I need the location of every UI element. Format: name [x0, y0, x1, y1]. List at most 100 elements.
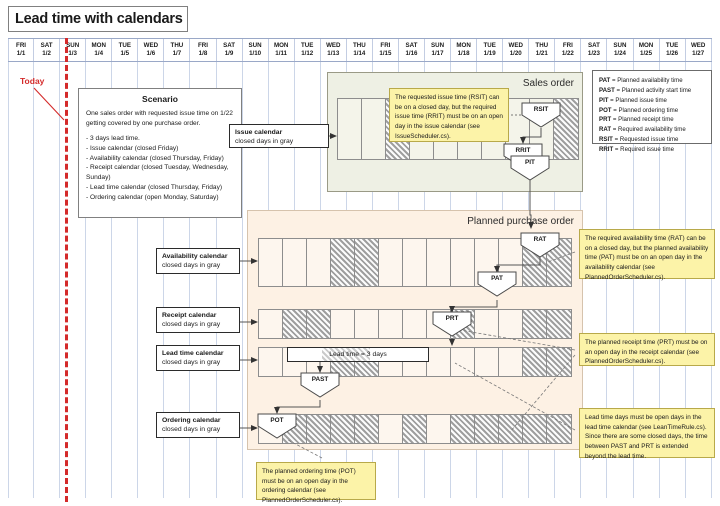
receipt-calendar-label: Receipt calendar closed days in gray: [156, 307, 240, 333]
calendar-cell-closed: [403, 415, 427, 443]
calendar-header-date: 1/1: [16, 50, 26, 57]
calendar-cell-open: [427, 415, 451, 443]
legend-desc: = Planned availability time: [610, 77, 683, 84]
leadtime-calendar-label-name: Lead time calendar: [162, 350, 224, 357]
calendar-header-cell: SUN 1/17: [425, 39, 452, 61]
calendar-header-date: 1/25: [640, 50, 653, 57]
calendar-header-cell: FRI 1/1: [8, 39, 35, 61]
calendar-header-dow: WED: [508, 41, 523, 49]
marker-rsit-label: RSIT: [533, 106, 549, 113]
calendar-cell-open: [338, 99, 362, 159]
calendar-header-date: 1/21: [535, 50, 548, 57]
availability-calendar-label: Availability calendar closed days in gra…: [156, 248, 240, 274]
scenario-bullet: - Availability calendar (closed Thursday…: [86, 154, 224, 162]
legend-row: POT = Planned ordering time: [599, 106, 705, 116]
calendar-cell-closed: [523, 415, 547, 443]
legend-desc: = Planned activity start time: [614, 86, 692, 94]
calendar-header-cell: TUE 1/12: [295, 39, 321, 61]
calendar-header-date: 1/2: [42, 50, 51, 57]
scenario-bullet: - Ordering calendar (open Monday, Saturd…: [86, 194, 219, 202]
marker-prt: PRT: [432, 311, 472, 337]
scenario-title: Scenario: [142, 94, 178, 104]
note-leadtime-calendar: Lead time days must be open days in the …: [579, 408, 715, 460]
calendar-header-dow: FRI: [197, 41, 208, 49]
calendar-cell-open: [283, 239, 307, 286]
calendar-cell-open: [475, 348, 499, 376]
calendar-header-cell: TUE 1/19: [477, 39, 504, 61]
calendar-cell-closed: [331, 415, 355, 443]
issue-calendar-label-name: Issue calendar: [235, 129, 283, 136]
ordering-calendar-label-sub: closed days in gray: [162, 426, 221, 434]
receipt-calendar-strip: [258, 309, 572, 339]
marker-rat: RAT: [520, 232, 560, 258]
calendar-header-dow: SAT: [587, 41, 600, 49]
calendar-header-cell: WED 1/13: [321, 39, 347, 61]
sales-order-panel-title: Sales order: [522, 78, 574, 89]
calendar-header-dow: SUN: [613, 41, 627, 49]
calendar-header-date: 1/22: [561, 50, 574, 57]
marker-prt-label: PRT: [445, 315, 459, 322]
marker-pit: PIT: [510, 155, 550, 181]
calendar-cell-closed: [499, 415, 523, 443]
calendar-cell-open: [427, 239, 451, 286]
legend-desc: = Required issue time: [613, 146, 675, 154]
calendar-header-dow: THU: [170, 41, 184, 49]
calendar-header-cell: THU 1/14: [347, 39, 373, 61]
calendar-header-date: 1/23: [587, 50, 600, 57]
scenario-bullet: - Issue calendar (closed Friday): [86, 144, 179, 152]
legend-row: PAT = Planned availability time: [599, 76, 705, 86]
calendar-cell-open: [259, 348, 283, 376]
legend-row: PIT = Planned issue time: [599, 96, 705, 106]
calendar-cell-closed: [451, 415, 475, 443]
calendar-header-cell: WED 1/27: [686, 39, 712, 61]
calendar-header-dow: THU: [352, 41, 366, 49]
calendar-body-column: [8, 62, 35, 498]
calendar-header-cell: WED 1/6: [138, 39, 165, 61]
calendar-header-cell: SUN 1/24: [607, 39, 634, 61]
legend-abbr: POT: [599, 106, 612, 114]
calendar-header-dow: TUE: [301, 41, 314, 49]
abbreviation-legend: PAT = Planned availability time PAST = Pl…: [592, 70, 712, 153]
calendar-cell-open: [379, 310, 403, 338]
calendar-header-cell: THU 1/21: [529, 39, 556, 61]
calendar-cell-closed: [331, 239, 355, 286]
legend-desc: = Planned ordering time: [611, 106, 679, 114]
note-availability-calendar: The required availability time (RAT) can…: [579, 229, 715, 281]
calendar-header-dow: TUE: [483, 41, 496, 49]
calendar-cell-closed: [355, 415, 379, 443]
marker-past-label: PAST: [311, 376, 329, 383]
calendar-header-date: 1/24: [613, 50, 626, 57]
calendar-header-dow: MON: [456, 41, 471, 49]
marker-pit-label: PIT: [525, 159, 535, 166]
calendar-header-cell: WED 1/20: [503, 39, 530, 61]
calendar-cell-open: [499, 310, 523, 338]
calendar-header-dow: WED: [326, 41, 341, 49]
today-label: Today: [20, 76, 45, 86]
calendar-header-cell: MON 1/18: [451, 39, 478, 61]
legend-abbr: PAST: [599, 86, 615, 94]
calendar-cell-closed: [475, 415, 499, 443]
scenario-intro: One sales order with requested issue tim…: [86, 110, 233, 127]
marker-pat-label: PAT: [491, 275, 503, 282]
calendar-header-dow: FRI: [562, 41, 573, 49]
calendar-header-date: 1/14: [353, 50, 366, 57]
calendar-cell-open: [307, 239, 331, 286]
calendar-header-date: 1/20: [509, 50, 522, 57]
calendar-header-cell: FRI 1/15: [373, 39, 399, 61]
note-ordering-calendar: The planned ordering time (POT) must be …: [256, 462, 376, 504]
calendar-header-date: 1/17: [431, 50, 444, 57]
calendar-header-date: 1/11: [275, 50, 287, 57]
receipt-calendar-label-name: Receipt calendar: [162, 312, 217, 319]
calendar-header-dow: FRI: [16, 41, 27, 49]
calendar-header-date: 1/4: [94, 50, 104, 57]
calendar-header-cell: FRI 1/22: [555, 39, 582, 61]
calendar-header-cell: SAT 1/23: [581, 39, 608, 61]
calendar-header-cell: THU 1/7: [164, 39, 191, 61]
scenario-box: Scenario One sales order with requested …: [78, 88, 242, 218]
calendar-cell-open: [362, 99, 386, 159]
issue-calendar-label-sub: closed days in gray: [235, 138, 294, 146]
calendar-header-dow: SAT: [40, 41, 53, 49]
calendar-cell-open: [499, 348, 523, 376]
calendar-header-cell: SUN 1/10: [243, 39, 269, 61]
legend-desc: = Required availability time: [611, 126, 686, 134]
